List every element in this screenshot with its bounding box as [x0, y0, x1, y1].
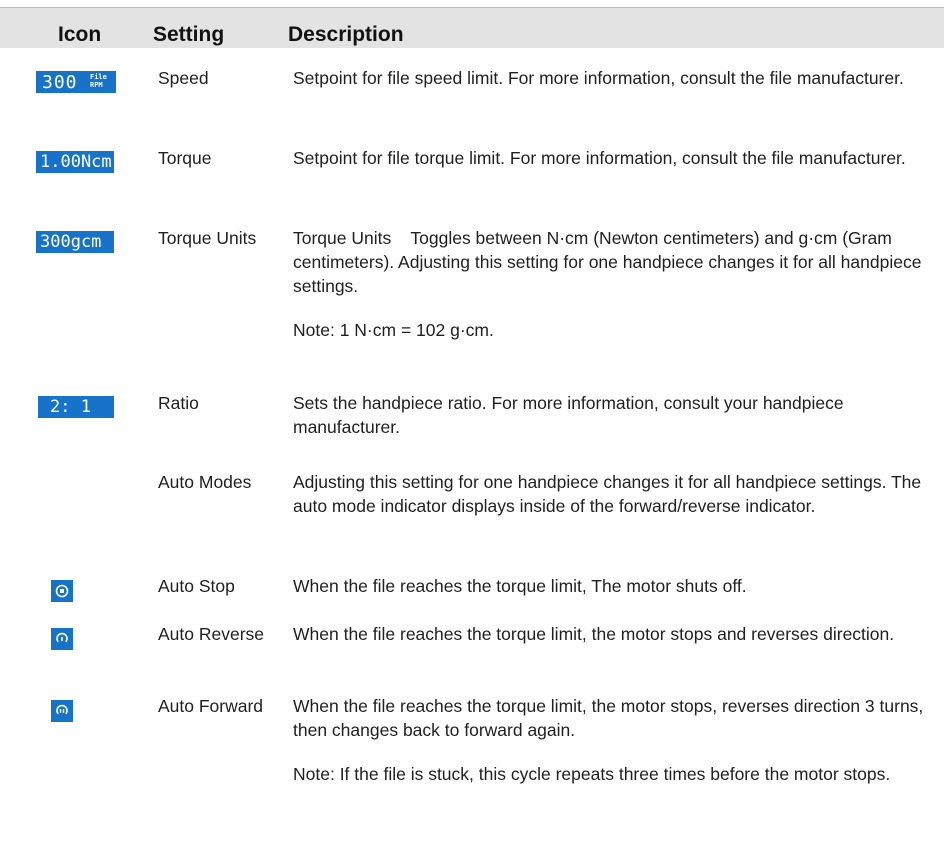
- table-header: Icon Setting Description: [0, 7, 944, 48]
- setting-description: Adjusting this setting for one handpiece…: [293, 472, 922, 516]
- setting-description: When the file reaches the torque limit, …: [293, 624, 895, 644]
- setting-description: Sets the handpiece ratio. For more infor…: [293, 393, 844, 437]
- setting-name: Torque: [158, 148, 212, 168]
- speed-display-icon: 300 File RPM: [36, 71, 116, 93]
- torque-value: 1.00Ncm: [40, 152, 112, 172]
- speed-sub-top: File: [90, 73, 107, 81]
- auto-forward-icon: [51, 700, 73, 722]
- setting-name: Auto Modes: [158, 472, 252, 492]
- setting-description: Setpoint for file speed limit. For more …: [293, 68, 904, 88]
- header-icon: Icon: [58, 23, 102, 46]
- setting-name: Auto Forward: [158, 696, 264, 716]
- ratio-value: 2: 1: [50, 397, 91, 417]
- setting-description-block: When the file reaches the torque limit, …: [293, 694, 933, 786]
- torque-units-value: 300gcm: [40, 232, 102, 252]
- torque-units-display-icon: 300gcm: [36, 231, 114, 253]
- setting-description: When the file reaches the torque limit, …: [293, 576, 747, 596]
- setting-name: Auto Stop: [158, 576, 235, 596]
- setting-name: Speed: [158, 68, 209, 88]
- setting-description: Torque Units Toggles between N·cm (Newto…: [293, 228, 927, 296]
- setting-note: Note: If the file is stuck, this cycle r…: [293, 764, 891, 784]
- auto-stop-icon: [51, 580, 73, 602]
- auto-reverse-icon: [51, 628, 73, 650]
- header-description: Description: [288, 23, 404, 46]
- setting-description: Setpoint for file torque limit. For more…: [293, 148, 906, 168]
- setting-name: Torque Units: [158, 228, 257, 248]
- setting-note: Note: 1 N·cm = 102 g·cm.: [293, 320, 494, 340]
- speed-value: 300: [42, 72, 78, 93]
- setting-description-block: Torque Units Toggles between N·cm (Newto…: [293, 226, 933, 342]
- setting-name: Ratio: [158, 393, 199, 413]
- torque-display-icon: 1.00Ncm: [36, 151, 114, 173]
- header-setting: Setting: [153, 23, 225, 46]
- speed-sub-bottom: RPM: [90, 81, 103, 89]
- setting-description: When the file reaches the torque limit, …: [293, 696, 924, 740]
- setting-name: Auto Reverse: [158, 624, 265, 644]
- ratio-display-icon: 2: 1: [38, 396, 114, 418]
